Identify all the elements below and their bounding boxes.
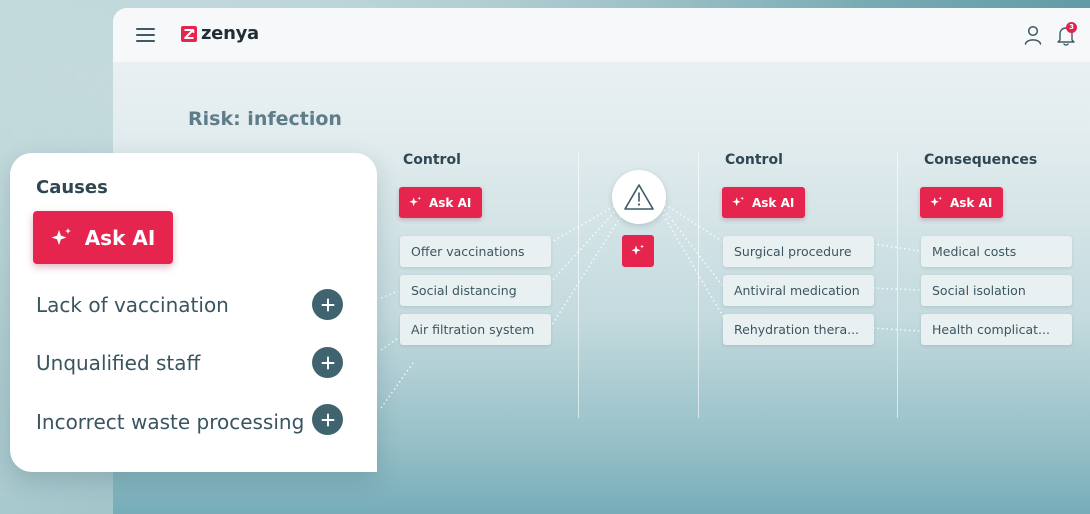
- hazard-node[interactable]: [612, 170, 666, 224]
- plus-icon: [321, 356, 334, 369]
- hazard-ask-ai-button[interactable]: [622, 235, 654, 267]
- top-bar: zenya 3: [113, 8, 1090, 62]
- column-divider: [897, 153, 898, 418]
- sparkle-icon: [631, 244, 644, 255]
- notification-badge: 3: [1066, 22, 1077, 33]
- risk-title: Risk: infection: [188, 108, 342, 130]
- causes-card: Causes Ask AI Lack of vaccination Unqual…: [10, 153, 377, 472]
- ask-ai-label: Ask AI: [84, 225, 156, 250]
- column-divider: [578, 153, 579, 418]
- add-cause-button[interactable]: [312, 404, 343, 435]
- ask-ai-label: Ask AI: [429, 195, 472, 210]
- left-control-heading: Control: [403, 152, 461, 168]
- ask-ai-label: Ask AI: [752, 195, 795, 210]
- add-cause-button[interactable]: [312, 347, 343, 378]
- left-control-ask-ai-button[interactable]: Ask AI: [399, 187, 483, 218]
- right-control-ask-ai-button[interactable]: Ask AI: [722, 187, 806, 218]
- left-control-item[interactable]: Social distancing: [400, 275, 551, 306]
- plus-icon: [321, 413, 334, 426]
- zenya-logo-icon: [181, 25, 197, 42]
- left-control-item[interactable]: Offer vaccinations: [400, 236, 551, 267]
- sparkle-icon: [409, 196, 422, 207]
- right-control-item[interactable]: Rehydration thera...: [723, 314, 874, 345]
- left-control-item[interactable]: Air filtration system: [400, 314, 551, 345]
- cause-item-label: Incorrect waste processing: [36, 410, 305, 434]
- consequence-item[interactable]: Social isolation: [921, 275, 1072, 306]
- right-control-heading: Control: [725, 152, 783, 168]
- logo: zenya: [181, 23, 259, 44]
- causes-heading: Causes: [36, 177, 108, 198]
- warning-triangle-icon: [624, 184, 654, 210]
- right-control-item[interactable]: Antiviral medication: [723, 275, 874, 306]
- add-cause-button[interactable]: [312, 289, 343, 320]
- sparkle-icon: [930, 196, 943, 207]
- cause-item-label: Lack of vaccination: [36, 293, 229, 317]
- hamburger-icon[interactable]: [136, 28, 155, 42]
- right-control-item[interactable]: Surgical procedure: [723, 236, 874, 267]
- column-divider: [698, 153, 699, 418]
- sparkle-icon: [51, 227, 71, 245]
- cause-item-label: Unqualified staff: [36, 351, 201, 375]
- consequence-item[interactable]: Medical costs: [921, 236, 1072, 267]
- brand-name: zenya: [201, 23, 259, 44]
- user-icon[interactable]: [1024, 25, 1042, 45]
- plus-icon: [321, 298, 334, 311]
- ask-ai-label: Ask AI: [950, 195, 993, 210]
- consequence-item[interactable]: Health complicat...: [921, 314, 1072, 345]
- consequences-heading: Consequences: [924, 152, 1038, 168]
- causes-ask-ai-button[interactable]: Ask AI: [33, 211, 173, 264]
- consequences-ask-ai-button[interactable]: Ask AI: [920, 187, 1004, 218]
- sparkle-icon: [732, 196, 745, 207]
